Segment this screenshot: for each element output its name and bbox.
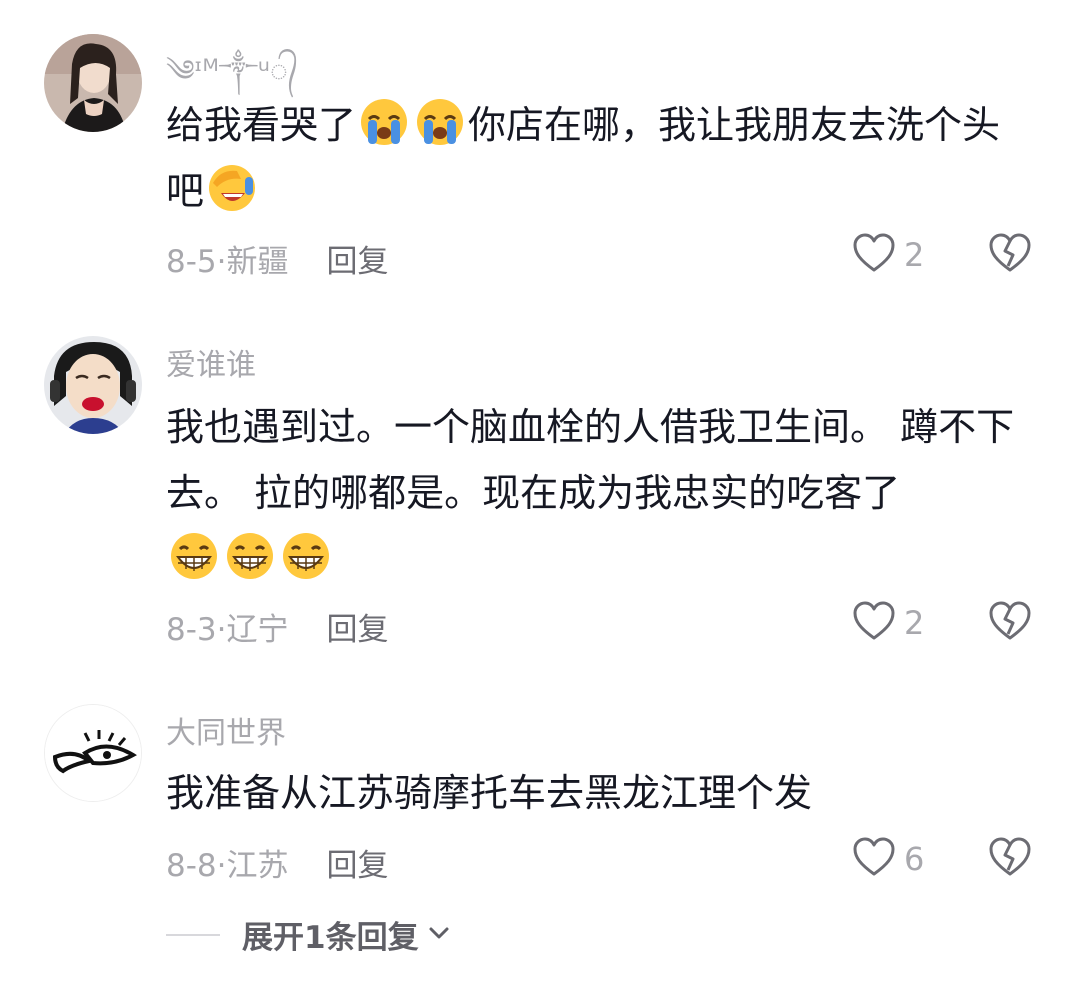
comment-date: 8-5 [166, 244, 217, 280]
loudly-crying-face-icon [359, 97, 409, 147]
grinning-face-icon [281, 531, 331, 581]
divider [166, 933, 220, 936]
comment-meta: 8-5·新疆 回复 [166, 236, 389, 281]
chevron-down-icon [427, 925, 451, 945]
comment-text: 我也遇到过。一个脑血栓的人借我卫生间。 蹲不下去。 拉的哪都是。现在成为我忠实的… [166, 394, 1036, 592]
avatar[interactable] [44, 336, 142, 434]
expand-replies-label: 展开1条回复 [242, 920, 419, 956]
comment-text: 我准备从江苏骑摩托车去黑龙江理个发 [166, 760, 1036, 826]
comment-text-part: 给我看哭了 [166, 103, 357, 147]
broken-heart-icon [988, 233, 1032, 278]
separator: · [216, 244, 227, 280]
comment-text: 给我看哭了 你店在哪，我让我朋友去洗个头吧 [166, 92, 1036, 224]
facepalm-laughing-face-icon [207, 163, 257, 213]
comment-location: 辽宁 [226, 612, 289, 648]
broken-heart-icon [988, 837, 1032, 882]
loudly-crying-face-icon [415, 97, 465, 147]
grinning-face-icon [169, 531, 219, 581]
reply-button[interactable]: 回复 [327, 612, 389, 648]
dislike-button[interactable] [988, 600, 1032, 646]
comment-location: 江苏 [226, 848, 289, 884]
comment-location: 新疆 [226, 244, 289, 280]
like-count: 6 [904, 840, 925, 878]
dislike-button[interactable] [988, 836, 1032, 882]
separator: · [216, 612, 227, 648]
heart-outline-icon [852, 232, 896, 278]
username[interactable]: 大同世界 [166, 708, 286, 752]
like-button[interactable]: 6 [852, 836, 924, 882]
like-count: 2 [904, 236, 925, 274]
like-count: 2 [904, 604, 925, 642]
broken-heart-icon [988, 601, 1032, 646]
separator: · [216, 848, 227, 884]
comment-meta: 8-8·江苏 回复 [166, 840, 389, 885]
comment-text-part: 我准备从江苏骑摩托车去黑龙江理个发 [166, 771, 813, 815]
comment-meta: 8-3·辽宁 回复 [166, 604, 389, 649]
avatar[interactable] [44, 34, 142, 132]
heart-outline-icon [852, 836, 896, 882]
username[interactable]: 爱谁谁 [166, 340, 256, 384]
comment-text-part: 我也遇到过。一个脑血栓的人借我卫生间。 蹲不下去。 拉的哪都是。现在成为我忠实的… [166, 405, 1015, 515]
dislike-button[interactable] [988, 232, 1032, 278]
reply-button[interactable]: 回复 [327, 848, 389, 884]
expand-replies-button[interactable]: 展开1条回复 [166, 912, 451, 957]
like-button[interactable]: 2 [852, 232, 924, 278]
comment-date: 8-8 [166, 848, 217, 884]
reply-button[interactable]: 回复 [327, 244, 389, 280]
heart-outline-icon [852, 600, 896, 646]
comment-date: 8-3 [166, 612, 217, 648]
grinning-face-icon [225, 531, 275, 581]
avatar[interactable] [44, 704, 142, 802]
like-button[interactable]: 2 [852, 600, 924, 646]
